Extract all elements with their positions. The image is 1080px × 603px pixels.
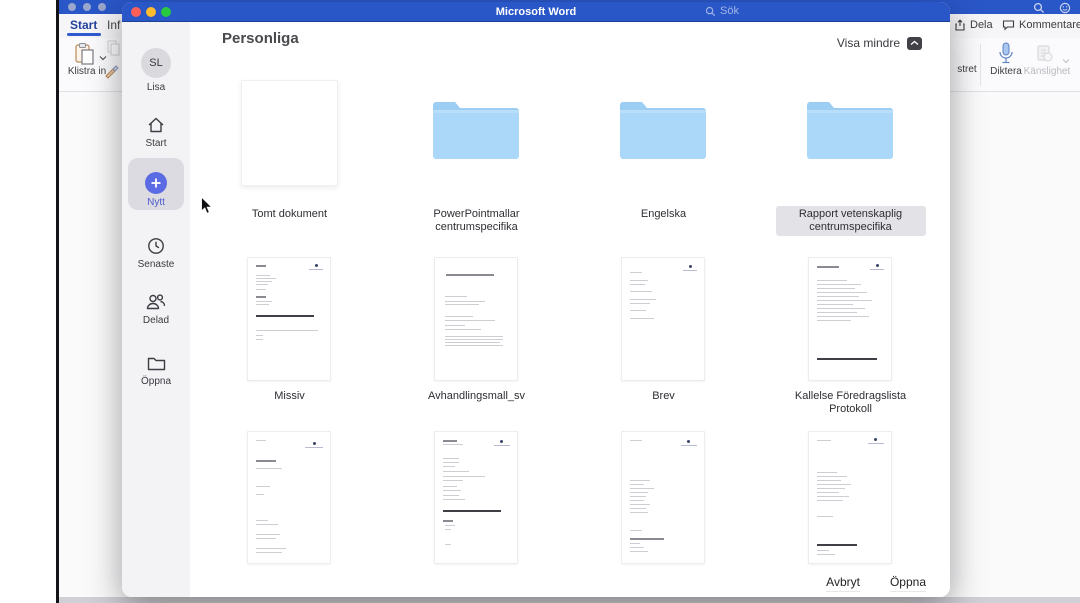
- template-item-brev[interactable]: Brev: [570, 258, 757, 428]
- folder-icon: [616, 95, 710, 166]
- template-label: Tomt dokument: [246, 206, 333, 223]
- avatar[interactable]: SL: [141, 48, 171, 78]
- user-name: Lisa: [122, 82, 190, 93]
- template-item-powerpointmallar[interactable]: PowerPointmallar centrumspecifika: [383, 58, 570, 258]
- template-label: Brev: [646, 388, 681, 405]
- new-document-dialog: Microsoft Word Sök SL Lisa Start Nytt: [122, 2, 950, 597]
- open-button[interactable]: Öppna: [890, 575, 926, 592]
- ribbon-divider: [980, 44, 981, 86]
- document-thumbnail: [809, 258, 891, 380]
- dialog-sidebar: SL Lisa Start Nytt Senaste Delad: [122, 22, 190, 597]
- tab-infoga[interactable]: Inf: [107, 18, 120, 32]
- sidebar-label: Start: [128, 138, 184, 149]
- zoom-window-icon[interactable]: [98, 3, 106, 11]
- comments-button[interactable]: Kommentarer: [1002, 19, 1080, 31]
- dialog-footer: Avbryt Öppna: [826, 575, 926, 592]
- search-icon: [705, 6, 716, 17]
- sidebar-label: Senaste: [128, 259, 184, 270]
- template-label: Missiv: [268, 388, 311, 405]
- templates-panel: Personliga Visa mindre Tomt dokument Pow…: [190, 22, 950, 597]
- template-item-kallelse[interactable]: Kallelse Föredragslista Protokoll: [757, 258, 944, 428]
- template-label: Engelska: [635, 206, 692, 223]
- template-item[interactable]: [383, 432, 570, 597]
- sidebar-item-oppna[interactable]: Öppna: [128, 354, 184, 387]
- mouse-cursor: [200, 196, 213, 215]
- dialog-title-bar: Microsoft Word Sök: [122, 2, 950, 22]
- template-item[interactable]: [196, 432, 383, 597]
- document-thumbnail: [622, 258, 704, 380]
- sidebar-label: Nytt: [128, 197, 184, 208]
- section-title: Personliga: [222, 30, 299, 47]
- sidebar-item-start[interactable]: Start: [128, 115, 184, 149]
- template-item-missiv[interactable]: Missiv: [196, 258, 383, 428]
- template-label: Avhandlingsmall_sv: [422, 388, 531, 405]
- active-tab-underline: [67, 33, 101, 36]
- template-label: PowerPointmallar centrumspecifika: [402, 206, 552, 236]
- folder-icon: [146, 354, 167, 373]
- close-window-icon[interactable]: [68, 3, 76, 11]
- show-less-button[interactable]: Visa mindre: [837, 36, 922, 50]
- sensitivity-label[interactable]: Känslighet: [1021, 66, 1073, 77]
- folder-icon: [803, 95, 897, 166]
- clock-icon: [146, 236, 166, 256]
- avatar-initials: SL: [149, 57, 162, 69]
- window-bottom-edge: [59, 597, 1080, 603]
- template-row-1: Tomt dokument PowerPointmallar centrumsp…: [196, 58, 944, 258]
- dialog-title: Microsoft Word: [122, 6, 950, 18]
- template-item-engelska[interactable]: Engelska: [570, 58, 757, 258]
- blank-document-thumbnail: [241, 80, 338, 186]
- template-row-2: Missiv Avhandlingsmall_sv: [196, 258, 944, 428]
- share-icon: [954, 19, 966, 31]
- copy-icon[interactable]: [106, 40, 120, 61]
- home-icon: [146, 115, 166, 135]
- chevron-up-icon: [907, 37, 922, 50]
- template-item[interactable]: [757, 432, 944, 597]
- document-thumbnail: [435, 432, 517, 563]
- template-item-avhandlingsmall[interactable]: Avhandlingsmall_sv: [383, 258, 570, 428]
- comments-label: Kommentarer: [1019, 19, 1080, 31]
- people-icon: [145, 292, 167, 312]
- share-label: Dela: [970, 19, 993, 31]
- template-item[interactable]: [570, 432, 757, 597]
- template-label-selected: Rapport vetenskaplig centrumspecifika: [776, 206, 926, 236]
- share-button[interactable]: Dela: [954, 19, 993, 31]
- plus-icon: [145, 172, 167, 194]
- document-thumbnail: [622, 432, 704, 563]
- screen: Start Inf Dela Kommentarer Klistra in: [0, 0, 1080, 603]
- search-placeholder: Sök: [720, 5, 739, 17]
- sidebar-label: Öppna: [128, 376, 184, 387]
- dialog-search-field[interactable]: Sök: [705, 5, 739, 17]
- sidebar-label: Delad: [128, 315, 184, 326]
- template-item-rapport-vetenskaplig[interactable]: Rapport vetenskaplig centrumspecifika: [757, 58, 944, 258]
- sidebar-item-nytt[interactable]: Nytt: [128, 172, 184, 208]
- template-row-3: [196, 432, 944, 597]
- window-left-border: [56, 0, 59, 603]
- folder-icon: [429, 95, 523, 166]
- partial-group-label[interactable]: stret: [952, 64, 982, 75]
- document-thumbnail: [248, 258, 330, 380]
- sidebar-item-senaste[interactable]: Senaste: [128, 236, 184, 270]
- document-thumbnail: [248, 432, 330, 563]
- template-label: Kallelse Föredragslista Protokoll: [776, 388, 926, 418]
- document-thumbnail: [809, 432, 891, 563]
- document-thumbnail: [435, 258, 517, 380]
- sidebar-item-delad[interactable]: Delad: [128, 292, 184, 326]
- format-painter-icon[interactable]: [103, 62, 121, 85]
- show-less-label: Visa mindre: [837, 36, 900, 50]
- tab-start[interactable]: Start: [70, 18, 97, 32]
- comment-icon: [1002, 19, 1015, 31]
- template-item-tomt-dokument[interactable]: Tomt dokument: [196, 58, 383, 258]
- minimize-window-icon[interactable]: [83, 3, 91, 11]
- cancel-button[interactable]: Avbryt: [826, 575, 860, 592]
